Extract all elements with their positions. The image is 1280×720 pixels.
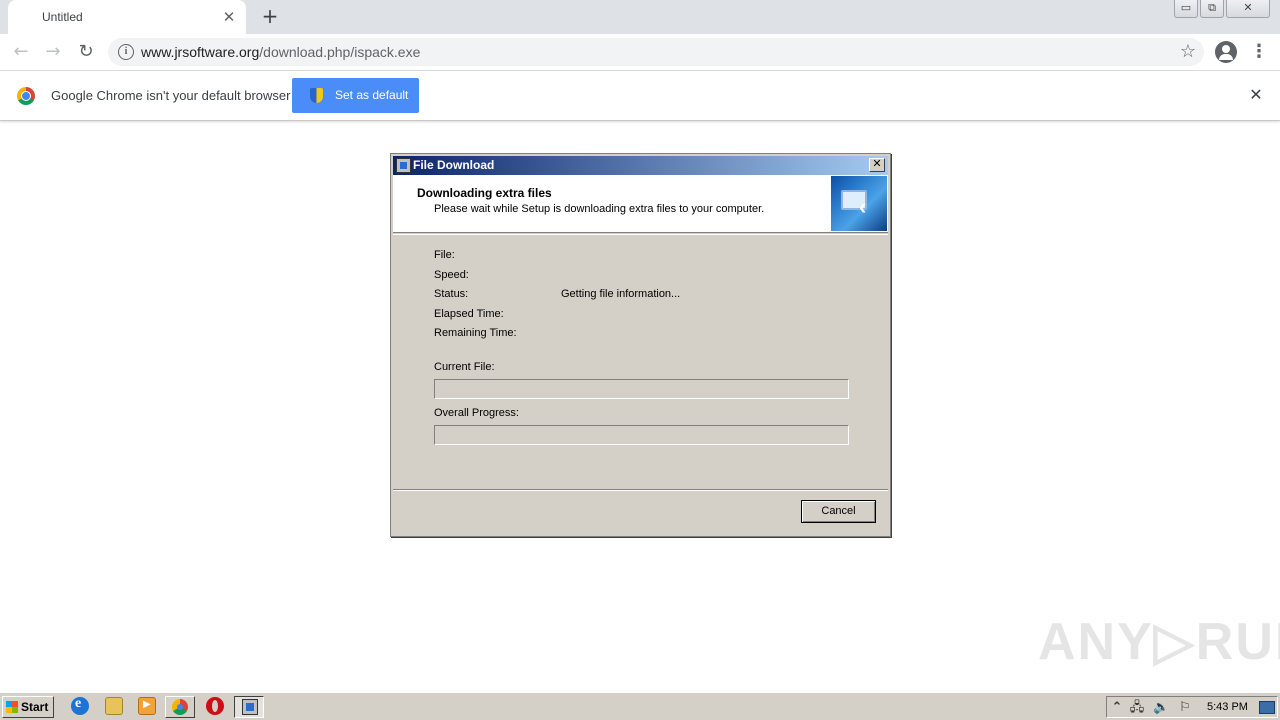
footer-divider — [393, 489, 888, 491]
system-tray: ⌃ 🖧 🔈 ⚐ 5:43 PM — [1106, 696, 1278, 718]
file-download-dialog: File Download ✕ Downloading extra files … — [390, 153, 891, 537]
opera-icon[interactable] — [206, 697, 224, 715]
show-hidden-icons-icon[interactable]: ⌃ — [1109, 700, 1125, 716]
infobar-close-icon[interactable]: ✕ — [1247, 86, 1265, 104]
download-computer-icon: ‹ — [831, 176, 887, 231]
set-as-default-label: Set as default — [335, 88, 409, 102]
internet-explorer-icon[interactable] — [71, 696, 89, 715]
address-bar[interactable]: i www.jrsoftware.org/download.php/ispack… — [108, 38, 1204, 66]
status-value: Getting file information... — [561, 288, 681, 300]
action-center-flag-icon[interactable]: ⚐ — [1177, 700, 1193, 716]
network-icon[interactable]: 🖧 — [1129, 700, 1145, 716]
forward-arrow-icon[interactable]: → — [41, 40, 65, 64]
status-label: Status: — [434, 288, 469, 300]
dialog-titlebar[interactable]: File Download ✕ — [393, 156, 888, 175]
tab-title: Untitled — [42, 10, 83, 24]
chrome-icon — [172, 699, 188, 715]
back-arrow-icon[interactable]: ← — [9, 40, 33, 64]
reload-icon[interactable]: ↻ — [74, 40, 98, 64]
chrome-menu-icon[interactable]: ⋮ — [1250, 40, 1268, 64]
url-path: /download.php/ispack.exe — [259, 44, 421, 60]
speed-label: Speed: — [434, 269, 469, 281]
browser-toolbar: ← → ↻ i www.jrsoftware.org/download.php/… — [0, 34, 1280, 71]
url-host: www.jrsoftware.org — [141, 44, 260, 60]
dialog-close-icon[interactable]: ✕ — [869, 158, 885, 172]
arrow-left-icon: ‹ — [859, 194, 867, 219]
tab-untitled[interactable]: Untitled ✕ — [8, 0, 246, 34]
setup-app-icon — [396, 158, 411, 173]
restore-icon[interactable]: ⧉ — [1200, 0, 1224, 18]
taskbar-chrome-button[interactable] — [165, 696, 195, 718]
window-controls: ▭ ⧉ ✕ — [1174, 0, 1270, 18]
header-divider — [393, 234, 888, 235]
setup-icon — [242, 699, 258, 715]
start-label: Start — [21, 700, 49, 714]
media-player-icon[interactable] — [138, 697, 156, 715]
site-info-icon[interactable]: i — [118, 44, 134, 60]
window-close-icon[interactable]: ✕ — [1226, 0, 1270, 18]
start-button[interactable]: Start — [2, 696, 54, 718]
default-browser-infobar: Google Chrome isn't your default browser… — [0, 71, 1280, 121]
anyrun-watermark: ANY▷RUN — [1038, 613, 1280, 671]
infobar-message: Google Chrome isn't your default browser — [51, 88, 291, 103]
url-text[interactable]: www.jrsoftware.org/download.php/ispack.e… — [141, 44, 420, 60]
bookmark-star-icon[interactable]: ☆ — [1180, 41, 1196, 62]
windows-logo-icon — [6, 701, 18, 713]
new-tab-icon[interactable]: + — [258, 5, 282, 29]
tab-strip: Untitled ✕ + ▭ ⧉ ✕ — [0, 0, 1280, 34]
overall-progress-label: Overall Progress: — [434, 407, 519, 419]
profile-avatar-icon[interactable] — [1215, 41, 1237, 63]
clock[interactable]: 5:43 PM — [1207, 701, 1248, 713]
show-desktop-icon[interactable] — [1259, 701, 1275, 714]
dialog-subheading: Please wait while Setup is downloading e… — [434, 203, 765, 215]
current-file-label: Current File: — [434, 361, 495, 373]
file-label: File: — [434, 249, 455, 261]
tab-close-icon[interactable]: ✕ — [220, 8, 238, 26]
explorer-folder-icon[interactable] — [105, 697, 123, 715]
chrome-logo-icon — [17, 87, 35, 105]
volume-icon[interactable]: 🔈 — [1153, 700, 1169, 716]
uac-shield-icon — [310, 88, 323, 103]
taskbar: Start ⌃ 🖧 🔈 ⚐ 5:43 PM — [0, 692, 1280, 720]
dialog-heading: Downloading extra files — [417, 186, 552, 200]
set-as-default-button[interactable]: Set as default — [292, 78, 419, 113]
minimize-icon[interactable]: ▭ — [1174, 0, 1198, 18]
dialog-title: File Download — [413, 158, 495, 172]
overall-progress-bar — [434, 425, 849, 445]
dialog-header: Downloading extra files Please wait whil… — [393, 175, 888, 233]
current-file-progress-bar — [434, 379, 849, 399]
elapsed-time-label: Elapsed Time: — [434, 308, 504, 320]
cancel-button[interactable]: Cancel — [801, 500, 876, 523]
remaining-time-label: Remaining Time: — [434, 327, 517, 339]
taskbar-setup-button[interactable] — [234, 696, 264, 718]
